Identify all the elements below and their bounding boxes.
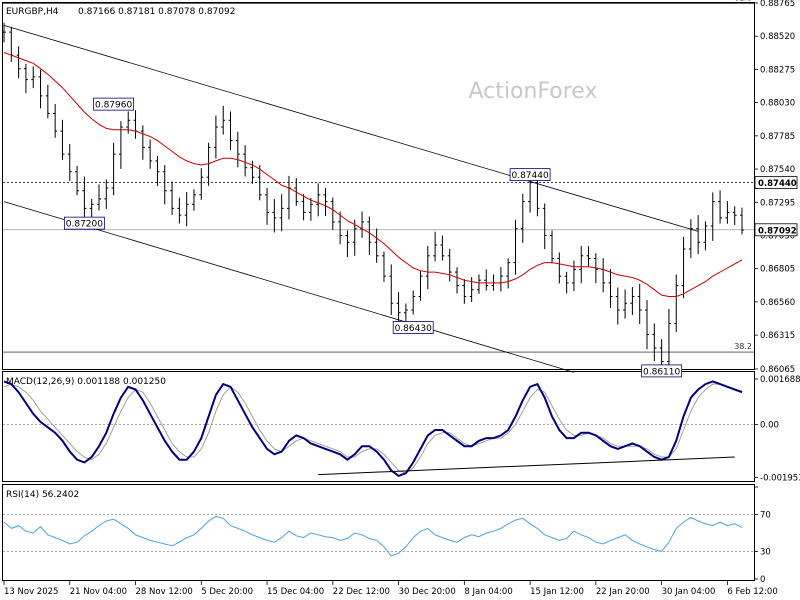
rsi-panel-frame: [2, 484, 755, 581]
time-axis-label: 6 Feb 12:00: [727, 587, 777, 597]
price-axis-label: 0.86315: [760, 331, 795, 341]
rsi-axis-label: 70: [760, 511, 771, 521]
price-annotation-label: 0.87440: [511, 171, 548, 181]
time-axis-label: 21 Nov 04:00: [70, 587, 127, 597]
price-annotation-label: 0.87200: [66, 220, 103, 230]
price-axis-label: 0.88030: [760, 99, 795, 109]
rsi-axis-label: 0: [760, 575, 765, 585]
macd-series-layer: [3, 380, 754, 478]
current-price-axis-label: 0.87092: [758, 226, 797, 236]
time-axis-label: 8 Jan 04:00: [464, 587, 512, 597]
rsi-series-layer: [3, 514, 754, 557]
fib-label: 61.8: [734, 0, 752, 3]
price-axis-label: 0.88275: [760, 65, 795, 75]
price-series-layer: 61.8 38.2 0.87960 0.87200 0.87440 0.86430 0.86…: [2, 0, 754, 377]
time-axis-label: 28 Nov 12:00: [136, 587, 193, 597]
price-axis-label: 0.87295: [760, 198, 795, 208]
macd-panel-frame: [2, 371, 755, 482]
price-axis-label: 0.88520: [760, 32, 795, 42]
macd-axis-label: 0.00: [760, 421, 779, 431]
price-annotation-label: 0.86110: [643, 367, 680, 377]
rsi-line: [3, 515, 743, 557]
moving-average-line: [3, 52, 743, 297]
fib-label: 38.2: [734, 342, 752, 351]
macd-divergence-line: [318, 456, 735, 476]
rsi-title: RSI(14) 56.2402: [6, 490, 79, 500]
macd-title: MACD(12,26,9) 0.001188 0.001250: [6, 377, 166, 387]
time-axis-label: 15 Dec 04:00: [267, 587, 324, 597]
price-axis-label: 0.86560: [760, 298, 795, 308]
price-axis-label: 0.86805: [760, 265, 795, 275]
time-axis-label: 15 Jan 12:00: [530, 587, 584, 597]
axis-layer: 0.88765 0.88520 0.88275 0.88030 0.87785 0.875…: [3, 0, 800, 597]
watermark: ActionForex: [469, 79, 598, 104]
macd-signal-line: [3, 383, 743, 474]
price-axis-label: 0.87785: [760, 132, 795, 142]
price-axis-label: 0.86065: [760, 365, 795, 375]
price-annotation-label: 0.87960: [95, 101, 132, 111]
level-axis-label: 0.87440: [758, 179, 797, 189]
macd-axis-label: -0.001953: [760, 473, 800, 483]
time-axis-label: 22 Jan 20:00: [596, 587, 650, 597]
time-axis-label: 5 Dec 20:00: [201, 587, 253, 597]
price-panel-frame: [2, 2, 755, 370]
time-axis-label: 13 Nov 2025: [4, 587, 58, 597]
ohlc-label: 0.87166 0.87181 0.87078 0.87092: [78, 7, 235, 17]
time-axis-label: 30 Dec 20:00: [399, 587, 456, 597]
price-axis-label: 0.88765: [760, 0, 795, 9]
chart-canvas: ActionForex EURGBP,H4 0.87166 0.87181 0.…: [2, 0, 800, 597]
rsi-axis-label: 30: [760, 547, 771, 557]
price-annotation-label: 0.86430: [395, 324, 432, 334]
time-axis-label: 30 Jan 04:00: [662, 587, 716, 597]
symbol-label: EURGBP,H4: [6, 7, 59, 17]
price-axis-label: 0.87540: [760, 165, 795, 175]
time-axis-label: 22 Dec 12:00: [333, 587, 390, 597]
macd-axis-label: 0.001688: [760, 375, 800, 385]
